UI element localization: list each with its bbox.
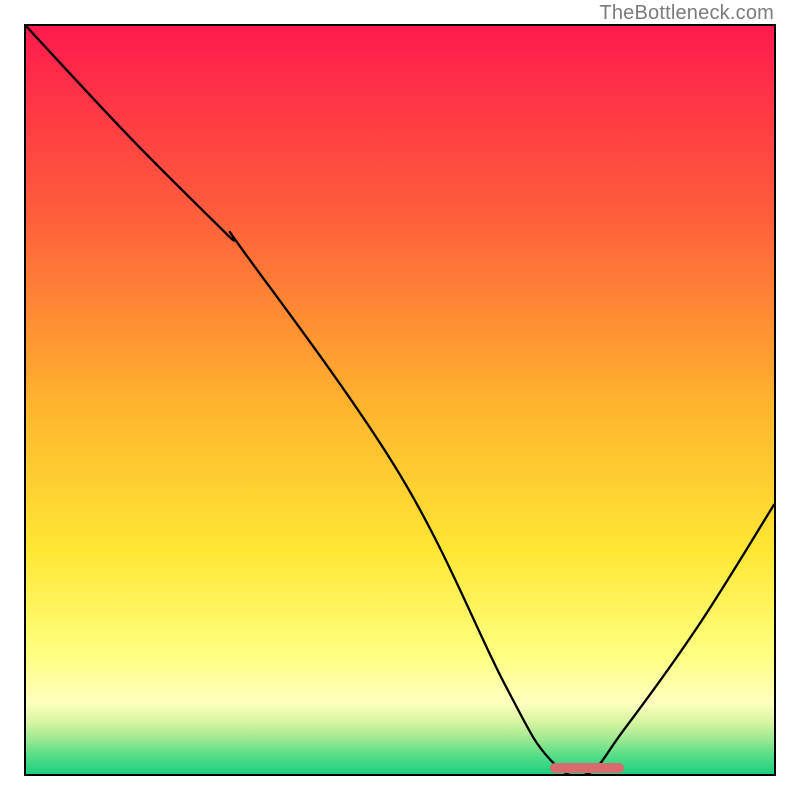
chart-container: TheBottleneck.com (0, 0, 800, 800)
bottleneck-curve (26, 26, 774, 774)
optimal-range-marker (550, 763, 625, 773)
attribution-label: TheBottleneck.com (599, 2, 774, 25)
plot-area (24, 24, 776, 776)
